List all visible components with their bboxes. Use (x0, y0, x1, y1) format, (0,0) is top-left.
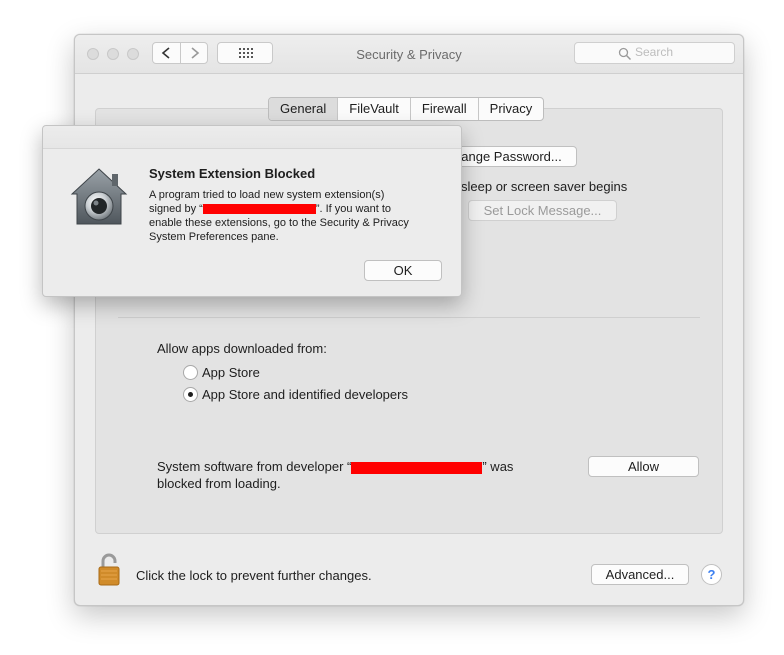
advanced-button[interactable]: Advanced... (591, 564, 689, 585)
dialog-message-line2: signed by “ ”. If you want to (149, 202, 449, 216)
lock-open-icon (98, 553, 120, 586)
radio-label: App Store and identified developers (202, 387, 408, 402)
title-bar: Security & Privacy (75, 35, 743, 74)
divider (118, 317, 700, 318)
search-input[interactable] (635, 45, 730, 59)
radio-label: App Store (202, 365, 260, 380)
dialog-title: System Extension Blocked (149, 166, 316, 181)
blocked-suffix: ” was (482, 459, 514, 474)
redacted-signer-name (202, 204, 316, 215)
dialog-message-line4: System Preferences pane. (149, 231, 279, 243)
ok-button[interactable]: OK (364, 260, 442, 281)
lock-status-text: Click the lock to prevent further change… (136, 568, 372, 583)
redacted-developer-name (351, 461, 483, 474)
dialog-message: A program tried to load new system exten… (149, 188, 449, 244)
radio-button[interactable] (183, 365, 198, 380)
dialog-message-line3: enable these extensions, go to the Secur… (149, 217, 409, 229)
set-lock-message-button[interactable]: Set Lock Message... (468, 200, 617, 221)
search-icon (618, 47, 632, 61)
allow-button[interactable]: Allow (588, 456, 699, 477)
radio-button-selected[interactable] (183, 387, 198, 402)
dialog-message-line1: A program tried to load new system exten… (149, 189, 385, 201)
blocked-prefix: System software from developer “ (157, 459, 352, 474)
preferences-window: Security & Privacy ange Password... slee… (74, 34, 744, 606)
line2-suffix: ”. If you want to (315, 203, 392, 215)
security-icon (69, 166, 129, 228)
tab-filevault[interactable]: FileVault (337, 98, 410, 120)
dialog-title-bar (43, 126, 461, 149)
sleep-text: sleep or screen saver begins (461, 179, 628, 194)
line2-prefix: signed by “ (149, 203, 203, 215)
search-field[interactable] (574, 42, 735, 64)
change-password-button[interactable]: ange Password... (446, 146, 577, 167)
tab-privacy[interactable]: Privacy (477, 98, 544, 120)
tab-firewall[interactable]: Firewall (409, 98, 478, 120)
lock-button[interactable] (95, 551, 127, 587)
system-extension-blocked-dialog: System Extension Blocked A program tried… (42, 125, 462, 297)
help-button[interactable]: ? (701, 564, 722, 585)
radio-dot (188, 392, 193, 397)
blocked-message-line2: blocked from loading. (157, 476, 281, 491)
allow-apps-heading: Allow apps downloaded from: (157, 341, 327, 356)
tab-bar: General FileVault Firewall Privacy (268, 97, 545, 121)
tab-general[interactable]: General (269, 98, 338, 120)
blocked-developer-message: System software from developer “ ” was (157, 459, 513, 474)
